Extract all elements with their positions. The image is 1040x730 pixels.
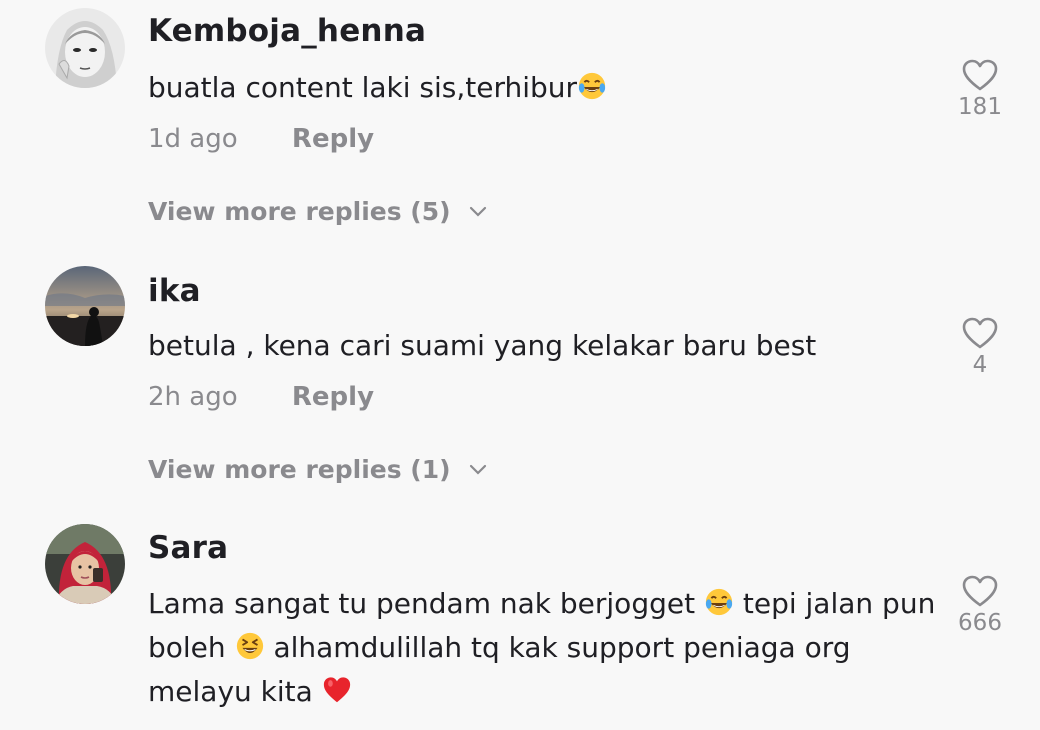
comment-text: Lama sangat tu pendam nak berjogget tepi…	[148, 587, 936, 708]
comment-text: buatla content laki sis,terhibur	[148, 66, 938, 110]
username[interactable]: Kemboja_henna	[148, 13, 426, 49]
comment-meta: 1d ago Reply	[148, 124, 374, 154]
like-button[interactable]: 181	[950, 58, 1010, 120]
heart-outline-icon	[962, 59, 998, 91]
avatar[interactable]	[45, 524, 125, 604]
comment-text: betula , kena cari suami yang kelakar ba…	[148, 329, 817, 362]
like-count: 4	[972, 352, 988, 378]
like-button[interactable]: 666	[950, 574, 1010, 636]
chevron-down-icon	[470, 206, 487, 217]
comment-list: Kemboja_henna buatla content laki sis,te…	[0, 0, 1040, 730]
comment-meta: 2h ago Reply	[148, 382, 374, 412]
username[interactable]: Sara	[148, 530, 228, 566]
like-count: 666	[958, 610, 1002, 636]
chevron-down-icon	[470, 464, 487, 475]
timestamp: 1d ago	[148, 124, 238, 154]
heart-outline-icon	[962, 575, 998, 607]
reply-button[interactable]: Reply	[292, 382, 374, 412]
like-button[interactable]: 4	[950, 316, 1010, 378]
view-more-replies-button[interactable]: View more replies (1)	[148, 455, 487, 484]
username[interactable]: ika	[148, 273, 201, 309]
reply-button[interactable]: Reply	[292, 124, 374, 154]
like-count: 181	[958, 94, 1002, 120]
view-more-replies-button[interactable]: View more replies (5)	[148, 197, 487, 226]
timestamp: 2h ago	[148, 382, 238, 412]
heart-outline-icon	[962, 317, 998, 349]
face-with-tears-of-joy-icon	[578, 72, 606, 100]
face-with-tears-of-joy-icon	[705, 588, 733, 616]
avatar[interactable]	[45, 266, 125, 346]
red-heart-icon	[323, 677, 350, 703]
grinning-squinting-face-icon	[236, 632, 263, 660]
avatar[interactable]	[45, 8, 125, 88]
